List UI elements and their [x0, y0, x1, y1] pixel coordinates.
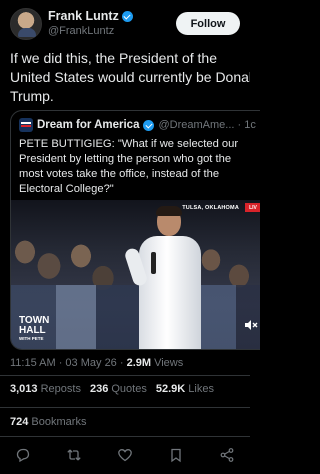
quoted-author-name: Dream for America: [37, 119, 140, 131]
share-icon[interactable]: [218, 446, 236, 464]
views-count: 2.9M: [126, 357, 152, 369]
divider: [0, 375, 250, 376]
author-avatar[interactable]: [10, 8, 42, 40]
tweet-text-line: If we did this, the President of the: [10, 50, 218, 66]
tweet-text: If we did this, the President of the Uni…: [10, 49, 250, 106]
video-speaker: [123, 206, 211, 349]
tweet-text-line: Trump.: [10, 88, 54, 104]
tweet-timestamp[interactable]: 11:15 AM · 03 May 26 ·: [10, 357, 127, 369]
reposts-stat[interactable]: 3,013 Reposts: [10, 383, 81, 395]
live-badge: LIV: [245, 203, 260, 212]
mute-icon[interactable]: [244, 318, 258, 332]
video-player[interactable]: TULSA, OKLAHOMA LIV TOWN HALL WITH PETE: [11, 200, 260, 349]
quoted-text-line: President by letting the person who got …: [19, 153, 232, 165]
verified-badge-icon: [143, 119, 155, 131]
tweet-text-line: United States would currently be Donal: [10, 69, 250, 85]
quotes-stat[interactable]: 236 Quotes: [90, 383, 147, 395]
divider: [0, 407, 250, 408]
tweet-meta: 11:15 AM · 03 May 26 · 2.9M Views: [10, 357, 183, 369]
quoted-tweet-text: PETE BUTTIGIEG: "What if we selected our…: [19, 137, 251, 197]
repost-icon[interactable]: [65, 446, 83, 464]
author-name[interactable]: Frank Luntz: [48, 9, 119, 23]
bookmarks-stat[interactable]: 724 Bookmarks: [10, 416, 86, 428]
quoted-text-line: Electoral College?": [19, 183, 114, 195]
engagement-stats: 3,013 Reposts 236 Quotes 52.9K Likes: [10, 383, 214, 395]
action-bar: [0, 440, 250, 470]
quoted-tweet[interactable]: Dream for America @DreamAme... · 1c PETE…: [10, 110, 260, 350]
logo-subtitle: WITH PETE: [19, 336, 44, 341]
quoted-text-line: PETE BUTTIGIEG: "What if we selected our: [19, 138, 239, 150]
quoted-author-avatar: [19, 118, 33, 132]
author-info[interactable]: Frank Luntz @FrankLuntz: [48, 9, 133, 37]
author-handle[interactable]: @FrankLuntz: [48, 25, 133, 37]
bookmark-icon[interactable]: [167, 446, 185, 464]
quoted-author-handle-time: @DreamAme... · 1c: [158, 119, 256, 131]
quoted-tweet-header: Dream for America @DreamAme... · 1c: [19, 117, 259, 133]
tweet-header: Frank Luntz @FrankLuntz Follow: [0, 0, 250, 44]
quoted-text-line: most votes take the office, instead of t…: [19, 168, 220, 180]
likes-stat[interactable]: 52.9K Likes: [156, 383, 214, 395]
video-location-label: TULSA, OKLAHOMA: [182, 205, 239, 211]
microphone: [151, 252, 156, 274]
town-hall-logo: TOWN HALL WITH PETE: [19, 316, 63, 342]
views-label: Views: [151, 357, 184, 369]
verified-badge-icon: [121, 10, 133, 22]
like-icon[interactable]: [116, 446, 134, 464]
reply-icon[interactable]: [14, 446, 32, 464]
logo-line: HALL: [19, 325, 46, 336]
divider: [0, 436, 250, 437]
follow-button[interactable]: Follow: [176, 12, 240, 35]
